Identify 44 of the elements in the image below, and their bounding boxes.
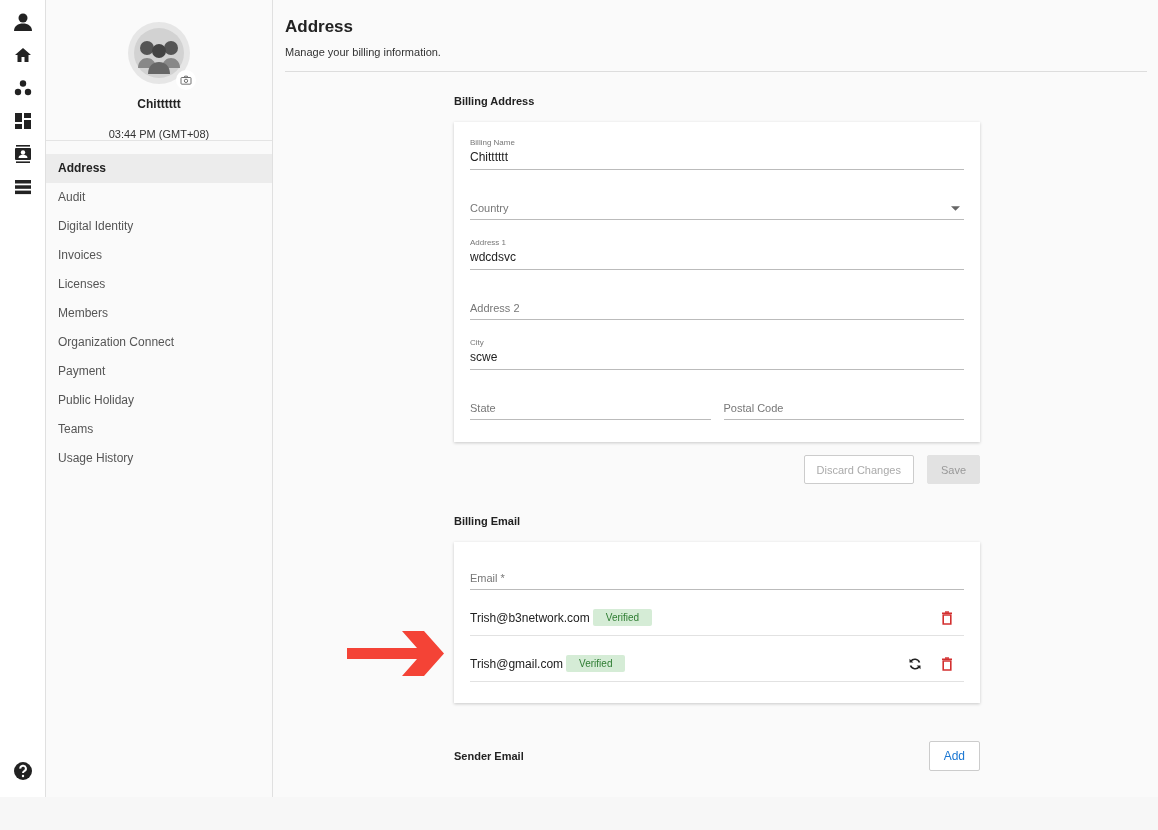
- email-address: Trish@b3network.com: [470, 610, 590, 625]
- sidebar-item[interactable]: Members: [46, 299, 272, 328]
- select-field[interactable]: Country: [470, 170, 964, 220]
- sidebar-item[interactable]: Teams: [46, 415, 272, 444]
- sidebar-item[interactable]: Licenses: [46, 270, 272, 299]
- delete-icon[interactable]: [940, 656, 954, 671]
- camera-icon: [180, 75, 192, 85]
- sidebar-item[interactable]: Usage History: [46, 444, 272, 473]
- input-field[interactable]: Address 2: [470, 270, 964, 320]
- status-badge: Verified: [592, 609, 653, 626]
- input-field[interactable]: State: [470, 370, 711, 420]
- refresh-icon[interactable]: [908, 656, 922, 671]
- profile-time: 03:44 PM (GMT+08): [108, 128, 210, 140]
- user-icon[interactable]: [12, 12, 33, 32]
- input-field[interactable]: Postal Code: [723, 370, 964, 420]
- camera-button[interactable]: [176, 70, 196, 90]
- sidebar-item[interactable]: Address: [46, 154, 272, 183]
- sidebar-item[interactable]: Payment: [46, 357, 272, 386]
- status-badge: Verified: [566, 655, 626, 672]
- sidebar-item[interactable]: Invoices: [46, 241, 272, 270]
- dashboard-icon[interactable]: [12, 111, 33, 131]
- page-title: Address: [285, 17, 355, 37]
- section-heading: Billing Address: [454, 94, 536, 109]
- dots-icon[interactable]: [12, 78, 33, 98]
- input-field[interactable]: City scwe: [470, 320, 964, 370]
- sidebar-item[interactable]: Digital Identity: [46, 212, 272, 241]
- delete-icon[interactable]: [940, 610, 954, 625]
- sidebar-item[interactable]: Organization Connect: [46, 328, 272, 357]
- section-heading: Sender Email: [454, 749, 524, 764]
- profile-name: Chitttttt: [137, 97, 181, 111]
- caret-icon: [951, 206, 960, 211]
- list-icon[interactable]: [12, 177, 33, 197]
- sidebar-item[interactable]: Audit: [46, 183, 272, 212]
- avatar: [128, 22, 190, 84]
- sidebar-item[interactable]: Public Holiday: [46, 386, 272, 415]
- input-field[interactable]: Address 1 wdcdsvc: [470, 220, 964, 270]
- email-address: Trish@gmail.com: [470, 656, 564, 671]
- page-subtitle: Manage your billing information.: [285, 46, 442, 58]
- input-field[interactable]: Billing Name Chitttttt: [470, 134, 964, 170]
- input-field[interactable]: Email *: [470, 553, 964, 590]
- section-heading: Billing Email: [454, 514, 521, 529]
- contact-card-icon[interactable]: [12, 144, 33, 164]
- add-button[interactable]: Add: [928, 741, 980, 771]
- help-icon[interactable]: [12, 761, 33, 781]
